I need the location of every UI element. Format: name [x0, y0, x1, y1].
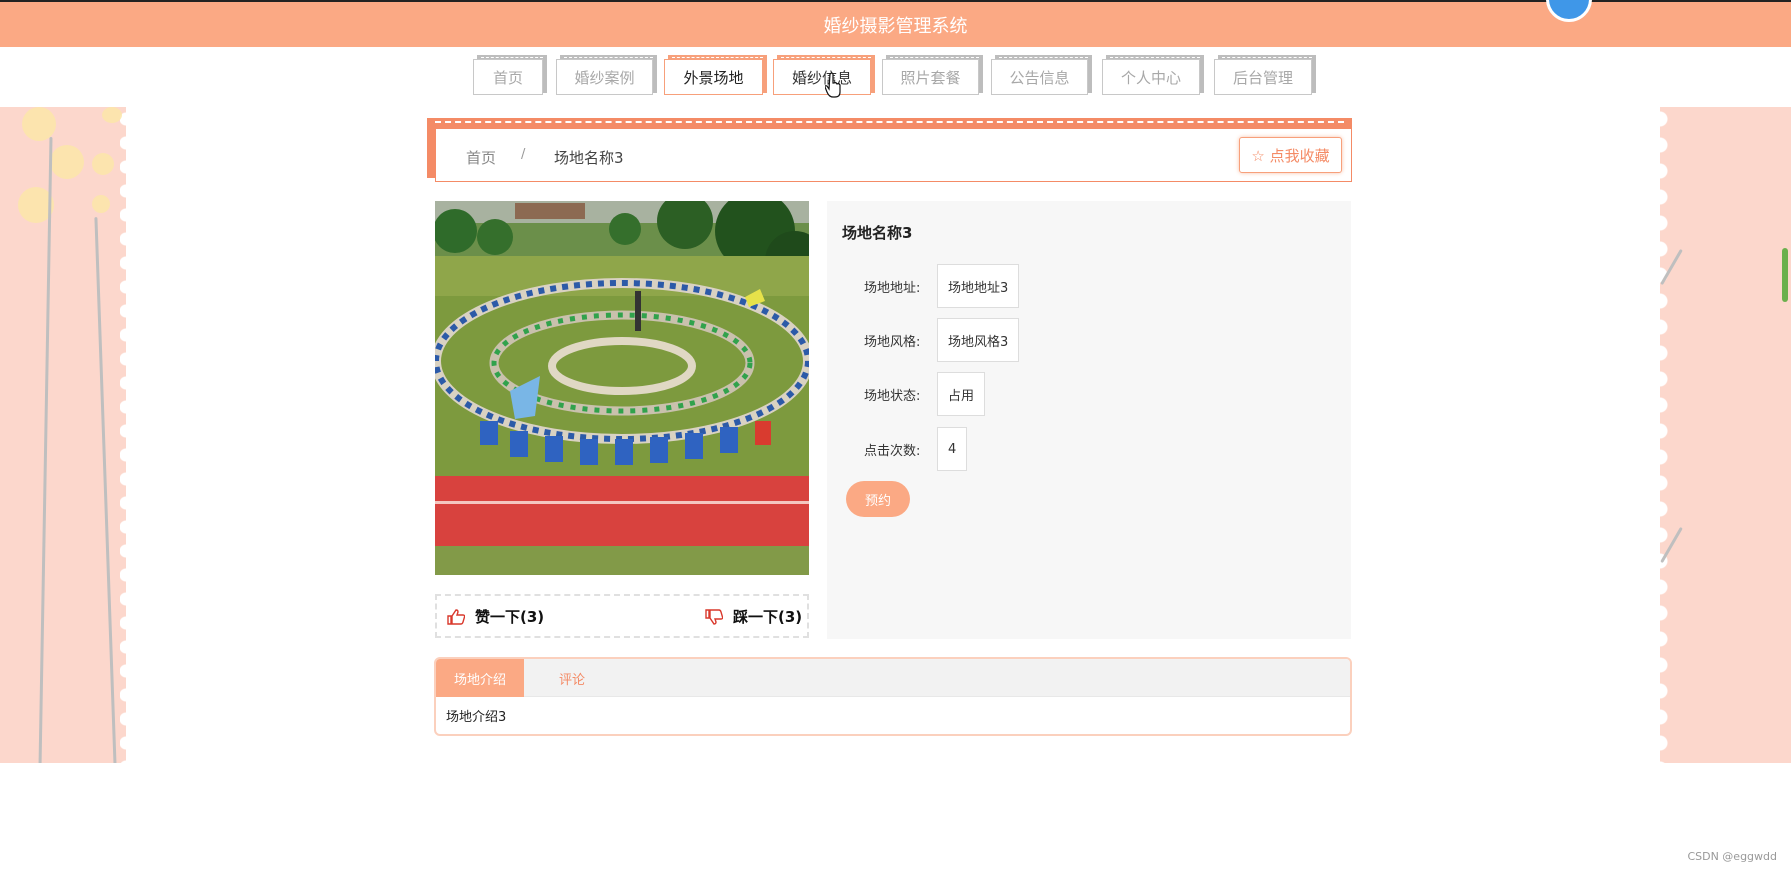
scrollbar-thumb[interactable]	[1782, 248, 1788, 302]
thumbs-down-icon	[705, 608, 723, 625]
venue-photo	[435, 201, 809, 575]
nav-item-announcements[interactable]: 公告信息	[991, 55, 1092, 95]
like-bar: 赞一下(3) 踩一下(3)	[435, 594, 809, 638]
breadcrumb-current: 场地名称3	[554, 149, 624, 167]
nav-item-wedding-cases[interactable]: 婚纱案例	[556, 55, 657, 95]
tab-content: 场地介绍3	[446, 710, 507, 725]
nav-item-personal-center[interactable]: 个人中心	[1102, 55, 1204, 95]
favorite-button[interactable]: ☆ 点我收藏	[1239, 137, 1342, 173]
tab-introduction[interactable]: 场地介绍	[436, 659, 524, 697]
nav-item-admin[interactable]: 后台管理	[1214, 55, 1316, 95]
hand-cursor-icon	[825, 72, 841, 98]
right-decoration	[1660, 107, 1791, 763]
detail-tabs: 场地介绍 评论 场地介绍3	[434, 657, 1352, 736]
detail-row-address: 场地地址: 场地地址3	[864, 264, 1020, 308]
detail-row-status: 场地状态: 占用	[864, 372, 986, 416]
nav-item-wedding-info[interactable]: 婚纱信息	[773, 55, 875, 95]
breadcrumb-separator: /	[521, 147, 526, 162]
main-nav: 首页 婚纱案例 外景场地 婚纱信息 照片套餐 公告信息 个人中心 后台管理	[0, 55, 1791, 95]
app-header: 婚纱摄影管理系统	[0, 0, 1791, 47]
nav-item-photo-packages[interactable]: 照片套餐	[882, 55, 983, 95]
detail-row-clicks: 点击次数: 4	[864, 427, 968, 471]
detail-row-style: 场地风格: 场地风格3	[864, 318, 1020, 362]
app-title: 婚纱摄影管理系统	[823, 16, 968, 37]
thumbs-up-icon	[447, 608, 465, 625]
breadcrumb: 首页 / 场地名称3 ☆ 点我收藏	[427, 118, 1352, 182]
like-label: 赞一下(3)	[475, 608, 545, 626]
dislike-label: 踩一下(3)	[733, 608, 803, 626]
watermark: CSDN @eggwdd	[1687, 850, 1777, 863]
venue-details: 场地名称3 场地地址: 场地地址3 场地风格: 场地风格3 场地状态: 占用 点…	[827, 201, 1351, 639]
nav-item-outdoor-venues[interactable]: 外景场地	[664, 55, 767, 95]
left-decoration	[0, 107, 126, 763]
breadcrumb-home[interactable]: 首页	[466, 147, 496, 168]
nav-item-home[interactable]: 首页	[473, 55, 547, 95]
like-button[interactable]: 赞一下(3)	[447, 606, 544, 627]
dislike-button[interactable]: 踩一下(3)	[705, 606, 802, 627]
book-button[interactable]: 预约	[846, 481, 910, 517]
tab-comments[interactable]: 评论	[524, 659, 620, 697]
venue-name: 场地名称3	[842, 224, 913, 242]
